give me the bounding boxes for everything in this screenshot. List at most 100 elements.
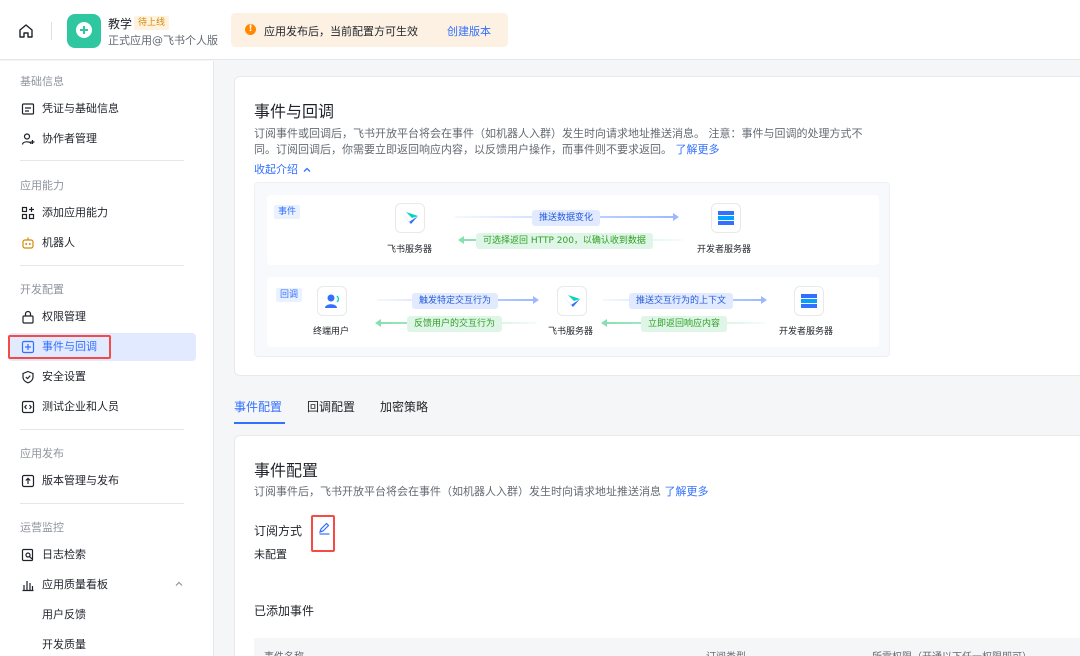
added-events-title: 已添加事件: [254, 604, 315, 618]
chevron-up-icon[interactable]: [174, 579, 184, 589]
sidebar-item-label: 添加应用能力: [42, 206, 108, 219]
app-subtitle: 正式应用@飞书个人版: [108, 34, 218, 47]
learn-more-link[interactable]: 了解更多: [676, 143, 720, 156]
home-icon[interactable]: [18, 23, 34, 39]
feishu-server-node: [395, 203, 425, 233]
warning-icon: !: [245, 24, 256, 35]
bar-chart-icon: [22, 581, 34, 592]
cb-feedback-label: 反馈用户的交互行为: [407, 316, 503, 332]
section-title: 运营监控: [20, 521, 64, 534]
code-icon: [21, 400, 35, 414]
event-left-node-label: 飞书服务器: [387, 245, 433, 255]
divider: [20, 503, 184, 504]
intro-description: 订阅事件或回调后，飞书开放平台将会在事件（如机器人入群）发生时向请求地址推送消息…: [254, 126, 884, 158]
section-title: 应用能力: [20, 179, 64, 192]
lock-icon: [22, 310, 34, 324]
cb-mid-label: 飞书服务器: [548, 327, 594, 337]
config-tabs: 事件配置 回调配置 加密策略: [234, 390, 1080, 424]
events-table-header: 事件名称 订阅类型 所需权限（开通以下任一权限即可）: [254, 638, 1080, 656]
th-event-name: 事件名称: [264, 648, 304, 656]
app-logo-icon: [76, 22, 92, 38]
intro-desc-line2: 同。订阅回调后，你需要立即返回响应内容，以反馈用户操作，而事件则不要求返回。: [254, 143, 672, 156]
feishu-server-node: [557, 286, 587, 316]
sidebar-item-dev-quality[interactable]: 开发质量: [8, 631, 196, 656]
developer-server-node: [794, 286, 824, 316]
sidebar-item-security[interactable]: 安全设置: [8, 363, 196, 391]
event-config-card: [234, 435, 1080, 656]
upload-icon: [21, 474, 35, 488]
sidebar-item-label: 开发质量: [42, 638, 86, 651]
tab-encryption[interactable]: 加密策略: [380, 398, 428, 415]
callback-tag: 回调: [276, 288, 303, 302]
cb-trigger-label: 触发特定交互行为: [412, 293, 499, 309]
sidebar-item-quality-dashboard[interactable]: 应用质量看板: [8, 571, 196, 599]
section-title: 开发配置: [20, 283, 64, 296]
event-right-node-label: 开发者服务器: [697, 245, 752, 255]
event-tag: 事件: [274, 205, 301, 219]
sidebar-item-label: 凭证与基础信息: [42, 102, 119, 115]
sidebar-item-label: 权限管理: [42, 310, 86, 323]
intro-desc-line1: 订阅事件或回调后，飞书开放平台将会在事件（如机器人入群）发生时向请求地址推送消息…: [254, 127, 863, 140]
sidebar: 基础信息 凭证与基础信息 协作者管理 应用能力 添加应用能力 机器人 开发配置 …: [0, 61, 214, 656]
cb-push-label: 推送交互行为的上下文: [629, 293, 734, 309]
notice-text: 应用发布后，当前配置方可生效: [264, 25, 418, 38]
sidebar-item-label: 应用质量看板: [42, 578, 108, 591]
learn-more-link[interactable]: 了解更多: [665, 485, 709, 498]
event-config-desc-text: 订阅事件后，飞书开放平台将会在事件（如机器人入群）发生时向请求地址推送消息: [254, 485, 661, 498]
sidebar-item-label: 协作者管理: [42, 132, 97, 145]
sidebar-item-label: 用户反馈: [42, 608, 86, 621]
page-title: 事件与回调: [254, 102, 335, 121]
sidebar-item-add-capability[interactable]: 添加应用能力: [8, 199, 196, 227]
end-user-node: [317, 286, 347, 316]
event-config-description: 订阅事件后，飞书开放平台将会在事件（如机器人入群）发生时向请求地址推送消息 了解…: [254, 484, 709, 500]
divider: [20, 265, 184, 266]
robot-icon: [22, 237, 34, 249]
user-add-icon: [21, 133, 35, 145]
apps-add-icon: [21, 206, 35, 220]
sidebar-item-test-enterprise[interactable]: 测试企业和人员: [8, 393, 196, 421]
event-return-label: 可选择返回 HTTP 200，以确认收到数据: [476, 233, 653, 249]
divider: [20, 160, 184, 161]
event-config-title: 事件配置: [254, 461, 319, 480]
sidebar-item-bot[interactable]: 机器人: [8, 229, 196, 257]
sidebar-item-collaborators[interactable]: 协作者管理: [8, 125, 196, 153]
sidebar-item-permissions[interactable]: 权限管理: [8, 303, 196, 331]
divider: [20, 429, 184, 430]
sidebar-item-label: 日志检索: [42, 548, 86, 561]
sidebar-item-version-release[interactable]: 版本管理与发布: [8, 467, 196, 495]
event-row: [267, 195, 879, 265]
section-title: 应用发布: [20, 447, 64, 460]
subscription-value: 未配置: [254, 548, 287, 561]
sidebar-item-log-search[interactable]: 日志检索: [8, 541, 196, 569]
developer-server-node: [711, 203, 741, 233]
sidebar-item-credentials[interactable]: 凭证与基础信息: [8, 95, 196, 123]
sidebar-item-label: 版本管理与发布: [42, 474, 119, 487]
feishu-logo-icon: [564, 295, 580, 307]
highlight-box: [311, 515, 335, 552]
active-tab-indicator: [234, 422, 285, 424]
subscription-label: 订阅方式: [254, 524, 303, 538]
id-card-icon: [21, 103, 35, 115]
tab-event-config[interactable]: 事件配置: [234, 398, 282, 415]
chevron-up-icon: [303, 167, 310, 172]
status-badge: 待上线: [134, 16, 170, 30]
event-push-label: 推送数据变化: [532, 210, 601, 226]
app-name: 教学: [108, 17, 133, 31]
sidebar-item-user-feedback[interactable]: 用户反馈: [8, 601, 196, 629]
sidebar-item-label: 测试企业和人员: [42, 400, 119, 413]
divider: [51, 22, 52, 40]
tab-callback-config[interactable]: 回调配置: [307, 398, 355, 415]
cb-return-label: 立即返回响应内容: [641, 316, 728, 332]
section-title: 基础信息: [20, 75, 64, 88]
app-logo: [67, 14, 101, 48]
publish-notice: ! 应用发布后，当前配置方可生效 创建版本: [231, 13, 508, 47]
cb-dev-label: 开发者服务器: [779, 327, 834, 337]
top-bar: 教学 待上线 正式应用@飞书个人版 ! 应用发布后，当前配置方可生效 创建版本: [0, 0, 1080, 60]
collapse-intro-toggle[interactable]: 收起介绍: [254, 161, 312, 177]
feishu-logo-icon: [402, 212, 418, 224]
server-icon: [801, 294, 817, 308]
create-version-link[interactable]: 创建版本: [447, 23, 491, 39]
log-search-icon: [21, 548, 34, 562]
user-icon: [325, 294, 340, 308]
th-subscription-type: 订阅类型: [706, 648, 746, 656]
